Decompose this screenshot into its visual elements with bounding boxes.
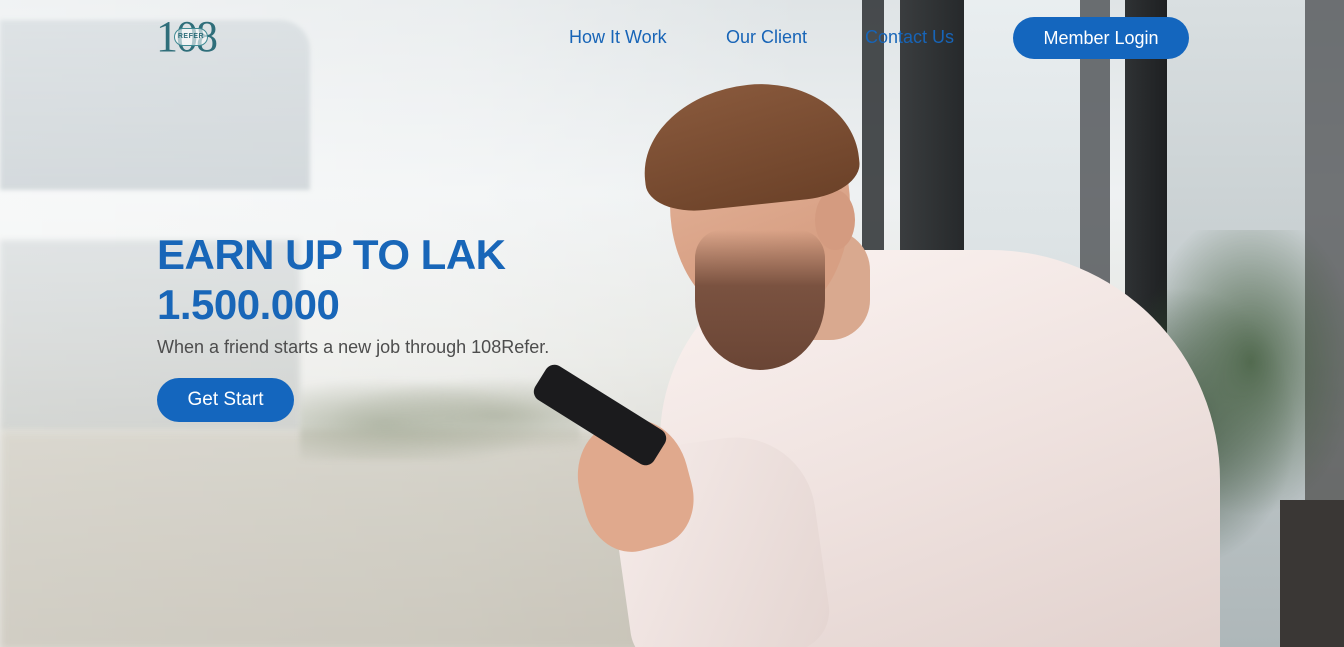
main-nav: How It Work Our Client Contact Us Member… <box>0 17 1344 59</box>
man-with-phone-figure <box>530 74 1260 647</box>
nav-link-our-client[interactable]: Our Client <box>726 27 807 48</box>
beard <box>695 230 825 370</box>
ear <box>815 190 855 250</box>
nav-link-how-it-work[interactable]: How It Work <box>569 27 667 48</box>
hero-title: EARN UP TO LAK 1.500.000 <box>157 231 506 328</box>
get-start-button[interactable]: Get Start <box>157 378 294 422</box>
hero-subtitle: When a friend starts a new job through 1… <box>157 337 550 357</box>
plant-pot <box>1280 500 1344 647</box>
nav-link-contact-us[interactable]: Contact Us <box>865 27 954 48</box>
member-login-button[interactable]: Member Login <box>1013 17 1189 59</box>
